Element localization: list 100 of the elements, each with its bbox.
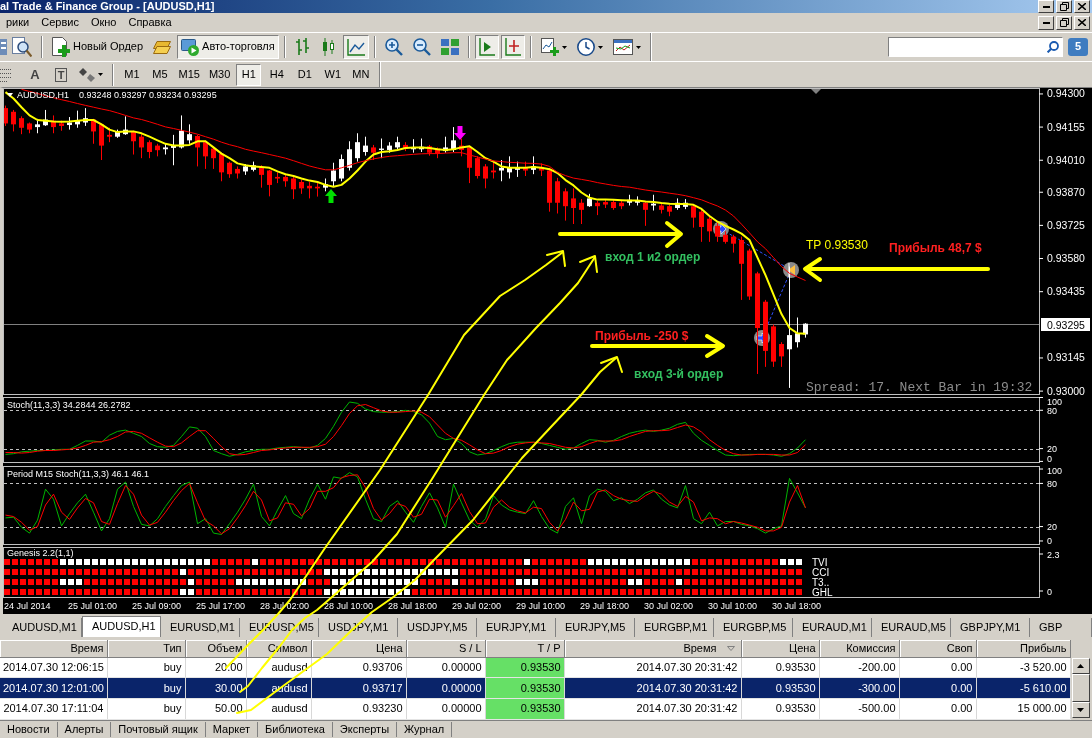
indicator-title: Period M15 Stoch(11,3,3) 46.1 46.1	[7, 469, 149, 479]
timeframe-button[interactable]: M30	[205, 63, 234, 86]
panel-icon	[0, 39, 7, 55]
terminal-tab[interactable]: Журнал	[397, 722, 453, 737]
column-header[interactable]: Время	[0, 640, 107, 657]
minimize-icon	[1042, 5, 1050, 8]
terminal-tab[interactable]: Новости	[0, 722, 58, 737]
candle	[163, 143, 168, 155]
candle	[547, 167, 552, 213]
indicator-title: Genesis 2.2(1,1)	[7, 548, 74, 559]
candle	[659, 202, 664, 214]
table-cell: 0.93230	[311, 698, 406, 720]
column-header[interactable]: Прибыль	[976, 640, 1070, 657]
candle	[795, 317, 800, 348]
label-tool-button[interactable]: T	[49, 63, 73, 86]
table-cell: -3 520.00	[976, 657, 1070, 678]
row-label: T3..	[812, 576, 830, 588]
timeframe-button[interactable]: M1	[119, 63, 145, 86]
axis-label: 20	[1047, 444, 1057, 455]
restore-icon	[1059, 18, 1069, 27]
candle	[467, 145, 472, 184]
timeframe-button[interactable]: H4	[264, 63, 290, 86]
search-field[interactable]	[888, 37, 1063, 57]
message-counter[interactable]: 5	[1068, 38, 1088, 56]
candle	[483, 163, 488, 189]
menu-item[interactable]: Справка	[122, 13, 178, 32]
column-header[interactable]: T / P	[485, 640, 564, 657]
new-order-button[interactable]: Новый Ордер	[48, 35, 148, 59]
time-label: 28 Jul 10:00	[324, 601, 374, 611]
restore-button[interactable]	[1056, 0, 1072, 13]
close-icon	[1078, 3, 1086, 10]
menu-item[interactable]: рики	[0, 13, 36, 32]
restore-button[interactable]	[1056, 15, 1072, 30]
table-row[interactable]: 2014.07.30 17:11:04 buy 50.00 audusd 0.93230 0.00000 0.93530 2014.07.30 20:31:42 0.93530 -500.00 0.00 15 000.00	[0, 698, 1070, 720]
auto-trading-button[interactable]: Авто-торговля	[177, 35, 279, 59]
timeframe-button[interactable]: M5	[147, 63, 173, 86]
auto-scroll-button[interactable]	[500, 35, 525, 59]
menu-item[interactable]: Сервис	[35, 13, 85, 32]
scroll-thumb[interactable]	[1071, 674, 1090, 702]
timeframe-button[interactable]: M15	[175, 63, 203, 86]
close-button[interactable]	[1074, 0, 1090, 13]
close-button[interactable]	[1074, 15, 1090, 30]
time-label: 25 Jul 01:00	[68, 601, 118, 611]
candle	[507, 155, 512, 179]
terminal-tab[interactable]: Маркет	[205, 722, 258, 737]
candle	[635, 195, 640, 206]
candle	[523, 161, 528, 177]
terminal-tab[interactable]: Почтовый ящик	[111, 722, 206, 737]
timeframe-button[interactable]: MN	[348, 63, 374, 86]
candle	[387, 141, 392, 154]
candle	[491, 161, 496, 179]
menu-item[interactable]: Окно	[84, 13, 123, 32]
column-header[interactable]: Комиссия	[819, 640, 899, 657]
candle	[267, 169, 272, 197]
terminal-tab[interactable]: Эксперты	[332, 722, 398, 737]
axis-label: 100	[1047, 397, 1063, 407]
candle	[171, 134, 176, 166]
column-header[interactable]: Тип	[107, 640, 185, 657]
scroll-up-button[interactable]	[1071, 658, 1090, 674]
candle	[195, 134, 200, 167]
minimize-button[interactable]	[1038, 0, 1054, 13]
chart-tab[interactable]: AUDUSD,H1	[82, 616, 161, 637]
axis-label: 80	[1047, 405, 1057, 416]
table-row[interactable]: 2014.07.30 12:06:15 buy 20.00 audusd 0.93706 0.00000 0.93530 2014.07.30 20:31:42 0.93530 -200.00 0.00 -3 520.00	[0, 657, 1070, 678]
candlestick-icon	[321, 38, 336, 56]
sort-icon	[726, 646, 735, 652]
candle	[283, 174, 288, 188]
candle	[67, 116, 72, 131]
column-header[interactable]: Время	[564, 640, 741, 657]
caret-icon	[597, 45, 603, 49]
column-header[interactable]: Своп	[899, 640, 976, 657]
table-cell: 2014.07.30 20:31:42	[564, 698, 741, 720]
scroll-down-button[interactable]	[1071, 702, 1090, 718]
column-header[interactable]: Цена	[741, 640, 819, 657]
clock-icon	[576, 38, 595, 56]
chart-type-button[interactable]	[342, 35, 369, 59]
candle	[315, 182, 320, 198]
axis-label: 80	[1047, 478, 1057, 489]
timeframe-button[interactable]: H1	[236, 63, 262, 86]
candle	[707, 216, 712, 243]
terminal-tab[interactable]: Алерты	[57, 722, 112, 737]
indicator-title: Stoch(11,3,3) 34.2844 26.2782	[7, 400, 131, 410]
column-header[interactable]: Объем	[185, 640, 246, 657]
candle	[587, 193, 592, 208]
timeframe-button[interactable]: D1	[292, 63, 318, 86]
time-label: 28 Jul 02:00	[260, 601, 310, 611]
time-label: 30 Jul 02:00	[644, 601, 694, 611]
timeframe-button[interactable]: W1	[320, 63, 346, 86]
column-header[interactable]: S / L	[406, 640, 485, 657]
minimize-button[interactable]	[1038, 15, 1054, 30]
column-header[interactable]: Цена	[311, 640, 406, 657]
axis-label: 0	[1047, 536, 1052, 545]
text-tool-button[interactable]: A	[23, 63, 47, 86]
candle	[251, 161, 256, 172]
table-cell: 0.93706	[311, 657, 406, 678]
terminal-tab[interactable]: Библиотека	[258, 722, 333, 737]
table-cell: 0.93530	[741, 698, 819, 720]
candle	[747, 248, 752, 301]
chart-shift-button[interactable]	[474, 35, 499, 59]
search-icon	[1047, 41, 1059, 53]
